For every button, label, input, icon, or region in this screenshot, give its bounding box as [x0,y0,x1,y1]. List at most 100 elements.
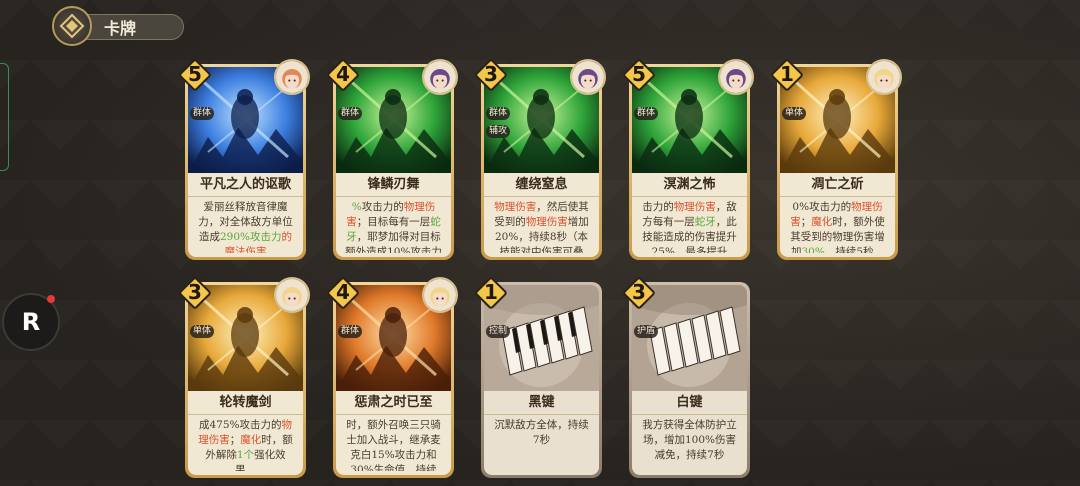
card-target-tag: 控制 [486,325,511,338]
card-description: 沉默敌方全体，持续7秒 [492,418,591,471]
card-description-segment: 1个 [236,449,255,461]
skill-card[interactable]: 群体惩肃之时已至时，额外召唤三只骑士加入战斗，继承麦克白15%攻击力和30%生命… [326,276,458,478]
card-description-segment: ； [229,434,241,446]
skill-card[interactable]: 护盾 白键 我方获得全体防护立场，增加100%伤害减免，持续7秒 3 [622,276,750,478]
card-description-segment: 30% [801,246,825,253]
character-avatar [718,59,754,95]
card-body: 单体凋亡之斫 0%攻击力的物理伤害；魔化时，额外使其受到的物理伤害增加30%，持续… [780,67,895,257]
card-description-segment: 我方获得全体防护立场，增加100%伤害减免，持续7秒 [642,419,737,461]
card-description-segment: ，耶梦加得对目标额外造成10%攻击力的 [345,231,442,253]
card-body: 群体溟渊之怖击力的物理伤害，敌方每有一层蛇牙，此技能造成的伤害提升25%，最多提… [632,67,747,257]
card-target-tag: 辅攻 [486,125,511,138]
card-description-segment: 290%攻击力 [219,231,282,243]
cost-badge: 5 [178,58,212,92]
card-target-tag: 单体 [782,107,807,120]
card-description-segment: ； [800,216,812,228]
card-description-segment: 魔化 [811,216,833,228]
card-name: 溟渊之怖 [632,173,747,197]
card-name: 平凡之人的讴歌 [188,173,303,197]
cost-badge: 4 [326,58,360,92]
card-description-segment: 魔化 [240,434,262,446]
card-description-segment: 成475%攻击力的 [198,419,282,431]
skill-card[interactable]: 单体凋亡之斫 0%攻击力的物理伤害；魔化时，额外使其受到的物理伤害增加30%，持续… [770,58,902,260]
card-description: 物理伤害，然后使其受到的物理伤害增加20%，持续8秒（本技能对中伤害可叠 [492,200,591,253]
card-description: 击力的物理伤害，敌方每有一层蛇牙，此技能造成的伤害提升25%，最多提升 [640,200,739,253]
card-name: 白键 [632,391,747,415]
card-description: 我方获得全体防护立场，增加100%伤害减免，持续7秒 [640,418,739,471]
character-avatar [422,277,458,313]
skill-card[interactable]: 群体溟渊之怖击力的物理伤害，敌方每有一层蛇牙，此技能造成的伤害提升25%，最多提… [622,58,754,260]
skill-card[interactable]: 单体 轮转魔剑 成475%攻击力的物理伤害；魔化时，额外解除1个强化效果。 3 [178,276,310,478]
card-description-segment: 沉默敌方全体，持续7秒 [494,419,589,446]
cost-badge: 4 [326,276,360,310]
card-target-tag: 群体 [190,107,215,120]
card-description-segment: 击力的 [642,201,674,213]
card-name: 凋亡之斫 [780,173,895,197]
card-body: 群体平凡之人的讴歌爱丽丝释放音律魔力，对全体敌方单位造成290%攻击力的魔法伤害 [188,67,303,257]
card-name: 缠绕窒息 [484,173,599,197]
card-body: 单体轮转魔剑成475%攻击力的物理伤害；魔化时，额外解除1个强化效果。 [188,285,303,475]
page-header: 卡牌 [52,6,184,46]
cost-value: 3 [484,62,498,86]
notification-dot [47,295,55,303]
card-target-tag: 护盾 [634,325,659,338]
cost-badge: 3 [178,276,212,310]
cost-badge: 3 [474,58,508,92]
cost-value: 5 [632,62,646,86]
cost-value: 4 [336,280,350,304]
card-name: 惩肃之时已至 [336,391,451,415]
r-button-label: R [21,308,41,336]
card-target-tag: 群体 [338,325,363,338]
card-body: 控制黑键沉默敌方全体，持续7秒 [484,285,599,475]
character-avatar [274,59,310,95]
card-description-segment: % [351,201,362,213]
card-description: 成475%攻击力的物理伤害；魔化时，额外解除1个强化效果。 [196,418,295,471]
character-avatar [866,59,902,95]
card-description-segment: 攻击力的 [361,201,404,213]
card-description-segment: 0%攻击力的 [792,201,852,213]
card-name: 锋鳞刃舞 [336,173,451,197]
card-name: 轮转魔剑 [188,391,303,415]
skill-card[interactable]: 控制 黑键 沉默敌方全体，持续7秒 1 [474,276,602,478]
cost-value: 4 [336,62,350,86]
cost-value: 3 [188,280,202,304]
side-tab[interactable] [0,63,9,171]
skill-card[interactable]: 群体辅攻缠绕窒息物理伤害，然后使其受到的物理伤害增加20%，持续8秒（本技能对中… [474,58,606,260]
page-title: 卡牌 [104,19,137,38]
cost-badge: 1 [770,58,804,92]
skill-card[interactable]: 群体平凡之人的讴歌爱丽丝释放音律魔力，对全体敌方单位造成290%攻击力的魔法伤害… [178,58,310,260]
cost-value: 1 [484,280,498,304]
cost-badge: 1 [474,276,508,310]
skill-card[interactable]: 群体锋鳞刃舞 %攻击力的物理伤害；目标每有一层蛇牙，耶梦加得对目标额外造成10%攻… [326,58,458,260]
character-avatar [570,59,606,95]
character-avatar [274,277,310,313]
card-description: 爱丽丝释放音律魔力，对全体敌方单位造成290%攻击力的魔法伤害 [196,200,295,253]
card-description-segment: 物理伤害 [494,201,537,213]
cost-value: 1 [780,62,794,86]
card-description-segment: ，持续5秒。 [824,246,885,253]
card-body: 群体锋鳞刃舞 %攻击力的物理伤害；目标每有一层蛇牙，耶梦加得对目标额外造成10%攻… [336,67,451,257]
card-description-segment: 物理伤害 [673,201,716,213]
card-body: 群体惩肃之时已至时，额外召唤三只骑士加入战斗，继承麦克白15%攻击力和30%生命… [336,285,451,475]
card-description: 0%攻击力的物理伤害；魔化时，额外使其受到的物理伤害增加30%，持续5秒。 [788,200,887,253]
cost-badge: 3 [622,276,656,310]
card-description-segment: 物理伤害 [525,216,568,228]
card-body: 护盾白键我方获得全体防护立场，增加100%伤害减免，持续7秒 [632,285,747,475]
cost-value: 3 [632,280,646,304]
card-target-tag: 群体 [486,107,511,120]
card-description-segment: 时，额外召唤三只骑士加入战斗，继承麦克白15%攻击力和30%生命值，持续15 [346,419,441,471]
r-button[interactable]: R [2,293,60,351]
card-target-tag: 群体 [634,107,659,120]
cost-badge: 5 [622,58,656,92]
card-target-tag: 单体 [190,325,215,338]
character-avatar [422,59,458,95]
crest-icon[interactable] [52,6,92,46]
cost-value: 5 [188,62,202,86]
card-description: 时，额外召唤三只骑士加入战斗，继承麦克白15%攻击力和30%生命值，持续15 [344,418,443,471]
card-body: 群体辅攻缠绕窒息物理伤害，然后使其受到的物理伤害增加20%，持续8秒（本技能对中… [484,67,599,257]
card-target-tag: 群体 [338,107,363,120]
card-name: 黑键 [484,391,599,415]
card-description-segment: 蛇牙 [694,216,716,228]
card-description-segment: ；目标每有一层 [356,216,431,228]
card-description: %攻击力的物理伤害；目标每有一层蛇牙，耶梦加得对目标额外造成10%攻击力的 [344,200,443,253]
